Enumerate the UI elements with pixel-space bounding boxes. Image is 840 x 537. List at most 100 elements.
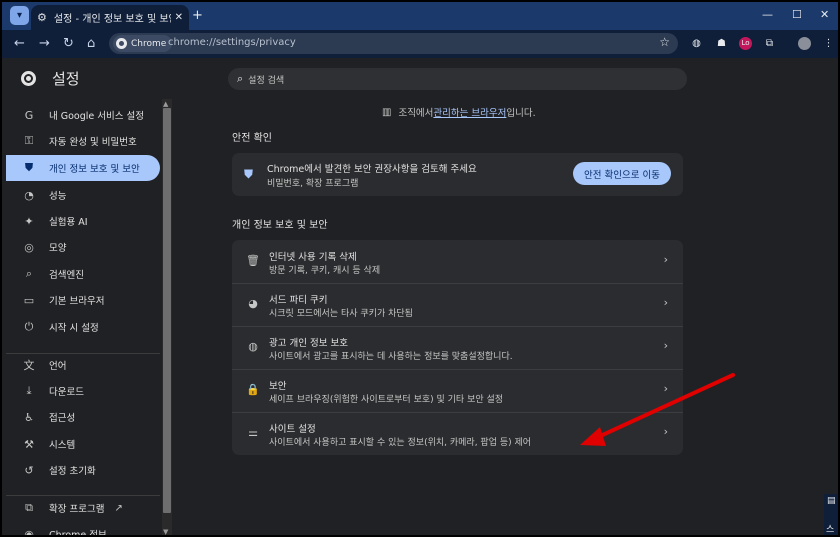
managed-prefix: 조직에서 — [398, 108, 434, 119]
sidebar-item-shield[interactable]: ⛊ 개인 정보 보호 및 보안 — [6, 155, 160, 181]
privacy-row-tune[interactable]: ⚌ 사이트 설정 사이트에서 사용하고 표시할 수 있는 정보(위치, 카메라, 팝… — [232, 412, 683, 455]
privacy-card: 🗑 인터넷 사용 기록 삭제 방문 기록, 쿠키, 캐시 등 삭제 › ◕ 서드 파티 쿠… — [232, 240, 683, 455]
sidebar: G 내 Google 서비스 설정 ⚿ 자동 완성 및 비밀번호 ⛊ 개인 정보 보호 및… — [2, 98, 174, 537]
row-title: 광고 개인 정보 보호 — [269, 338, 348, 349]
chip-label: Chrome — [131, 38, 167, 49]
back-button[interactable]: ← — [14, 36, 25, 51]
tab-strip: ▾ ⚙ 설정 - 개인 정보 보호 및 보안 ✕ + — ☐ ✕ — [2, 2, 838, 30]
browser-icon: ▭ — [23, 293, 35, 307]
external-link-icon: ↗ — [114, 502, 123, 514]
taskbar-label: 스 — [826, 525, 835, 535]
sidebar-item-label: 개인 정보 보호 및 보안 — [49, 164, 140, 175]
close-tab-icon[interactable]: ✕ — [175, 12, 183, 23]
power-icon: ⏻ — [24, 320, 34, 333]
lock-icon: 🔒 — [246, 383, 260, 396]
forward-button[interactable]: → — [39, 36, 50, 51]
profile-extension-icon[interactable]: Lo — [739, 37, 752, 50]
managed-link[interactable]: 관리하는 브라우저 — [433, 105, 506, 119]
sidebar-divider — [6, 353, 160, 354]
new-tab-button[interactable]: + — [192, 8, 203, 23]
close-window-button[interactable]: ✕ — [820, 8, 829, 21]
gear-icon: ⚙ — [37, 11, 47, 24]
scroll-up-arrow-icon[interactable]: ▲ — [163, 100, 168, 108]
safety-check-subtitle: 비밀번호, 확장 프로그램 — [267, 179, 359, 189]
minimize-button[interactable]: — — [762, 8, 773, 21]
tune-icon: ⚌ — [248, 426, 258, 439]
page-title: 설정 — [52, 70, 80, 88]
sidebar-item-label: 내 Google 서비스 설정 — [49, 111, 144, 122]
sidebar-item-label: 자동 완성 및 비밀번호 — [49, 137, 137, 148]
privacy-row-lock[interactable]: 🔒 보안 세이프 브라우징(위험한 사이트로부터 보호) 및 기타 보안 설정 › — [232, 369, 683, 412]
reset-icon: ↺ — [24, 463, 34, 477]
translate-icon: 文 — [23, 359, 35, 372]
sidebar-item-palette[interactable]: ◎ 모양 — [6, 234, 160, 260]
menu-kebab-icon[interactable]: ⋮ — [822, 37, 835, 50]
chrome-logo-icon — [21, 71, 36, 86]
accessibility-icon: ♿ — [24, 410, 34, 424]
safety-check-heading: 안전 확인 — [232, 133, 272, 144]
sidebar-item-reset[interactable]: ↺ 설정 초기화 — [6, 457, 160, 483]
settings-main: ▥ 조직에서 관리하는 브라우저 입니다. 안전 확인 ⛊ Chrome에서 발… — [174, 98, 838, 535]
sidebar-item-wrench[interactable]: ⚒ 시스템 — [6, 431, 160, 457]
row-subtitle: 사이트에서 사용하고 표시할 수 있는 정보(위치, 카메라, 팝업 등) 제어 — [269, 438, 532, 448]
tab-settings[interactable]: ⚙ 설정 - 개인 정보 보호 및 보안 ✕ — [31, 5, 189, 30]
cookie-icon: ◕ — [248, 297, 258, 310]
privacy-heading: 개인 정보 보호 및 보안 — [232, 220, 328, 231]
sidebar-item-translate[interactable]: 文 언어 — [6, 352, 160, 378]
address-bar[interactable]: Chrome chrome://settings/privacy ☆ — [109, 33, 678, 54]
row-title: 서드 파티 쿠키 — [269, 295, 328, 306]
reload-button[interactable]: ↻ — [63, 36, 74, 51]
taskbar-app-icon[interactable]: ▤ — [827, 496, 836, 506]
sidebar-item-puzzle[interactable]: ⧉ 확장 프로그램 ↗ — [6, 495, 160, 521]
scroll-down-arrow-icon[interactable]: ▼ — [163, 528, 168, 535]
avatar[interactable] — [798, 37, 811, 50]
chrome-icon — [116, 38, 127, 49]
bookmark-star-icon[interactable]: ☆ — [659, 35, 670, 49]
privacy-row-trash[interactable]: 🗑 인터넷 사용 기록 삭제 방문 기록, 쿠키, 캐시 등 삭제 › — [232, 240, 683, 283]
managed-browser-notice: ▥ 조직에서 관리하는 브라우저 입니다. — [382, 105, 536, 120]
sidebar-divider — [6, 495, 160, 496]
maximize-button[interactable]: ☐ — [792, 8, 802, 21]
sidebar-item-label: 시스템 — [49, 440, 76, 451]
sidebar-item-google[interactable]: G 내 Google 서비스 설정 — [6, 102, 160, 128]
row-subtitle: 사이트에서 광고를 표시하는 데 사용하는 정보를 맞춤설정합니다. — [269, 352, 513, 362]
globe-extension-icon[interactable]: ◍ — [690, 37, 703, 50]
go-to-safety-check-button[interactable]: 안전 확인으로 이동 — [573, 162, 671, 185]
sparkle-icon: ✦ — [24, 214, 34, 228]
trash-icon: 🗑 — [246, 254, 260, 267]
sidebar-item-speedometer[interactable]: ◔ 성능 — [6, 182, 160, 208]
sidebar-item-label: 언어 — [49, 361, 67, 372]
chrome-icon: ◉ — [24, 527, 34, 537]
ghost-extension-icon[interactable]: ☗ — [715, 37, 728, 50]
key-icon: ⚿ — [24, 134, 34, 147]
extensions-puzzle-icon[interactable]: ⧉ — [763, 37, 776, 50]
sidebar-item-chrome[interactable]: ◉ Chrome 정보 — [6, 521, 160, 537]
google-icon: G — [24, 108, 34, 122]
sidebar-item-label: 검색엔진 — [49, 270, 84, 281]
home-button[interactable]: ⌂ — [87, 36, 95, 51]
row-subtitle: 시크릿 모드에서는 타사 쿠키가 차단됨 — [269, 309, 413, 319]
row-subtitle: 방문 기록, 쿠키, 캐시 등 삭제 — [269, 266, 381, 276]
settings-search-input[interactable]: ⌕ 설정 검색 — [228, 68, 687, 90]
sidebar-item-label: 실험용 AI — [49, 217, 88, 228]
shield-icon: ⛊ — [24, 161, 34, 174]
settings-header: 설정 ⌕ 설정 검색 — [2, 58, 838, 98]
sidebar-scroll-thumb[interactable] — [163, 108, 171, 513]
privacy-row-cookie[interactable]: ◕ 서드 파티 쿠키 시크릿 모드에서는 타사 쿠키가 차단됨 › — [232, 283, 683, 326]
search-placeholder: 설정 검색 — [248, 75, 285, 86]
sidebar-item-search[interactable]: ⌕ 검색엔진 — [6, 261, 160, 287]
sidebar-item-browser[interactable]: ▭ 기본 브라우저 — [6, 287, 160, 313]
sidebar-item-power[interactable]: ⏻ 시작 시 설정 — [6, 314, 160, 340]
sidebar-item-label: 시작 시 설정 — [49, 323, 99, 334]
palette-icon: ◎ — [24, 240, 34, 254]
url-text: chrome://settings/privacy — [168, 37, 296, 48]
privacy-row-ad-privacy[interactable]: ◍ 광고 개인 정보 보호 사이트에서 광고를 표시하는 데 사용하는 정보를 맞춤… — [232, 326, 683, 369]
sidebar-item-key[interactable]: ⚿ 자동 완성 및 비밀번호 — [6, 128, 160, 154]
sidebar-item-download[interactable]: ⤓ 다운로드 — [6, 378, 160, 404]
tab-search-button[interactable]: ▾ — [10, 6, 29, 25]
shield-check-icon: ⛊ — [244, 167, 254, 181]
row-title: 보안 — [269, 381, 287, 392]
sidebar-item-sparkle[interactable]: ✦ 실험용 AI — [6, 208, 160, 234]
sidebar-item-accessibility[interactable]: ♿ 접근성 — [6, 404, 160, 430]
site-info-chip[interactable]: Chrome — [113, 35, 173, 52]
